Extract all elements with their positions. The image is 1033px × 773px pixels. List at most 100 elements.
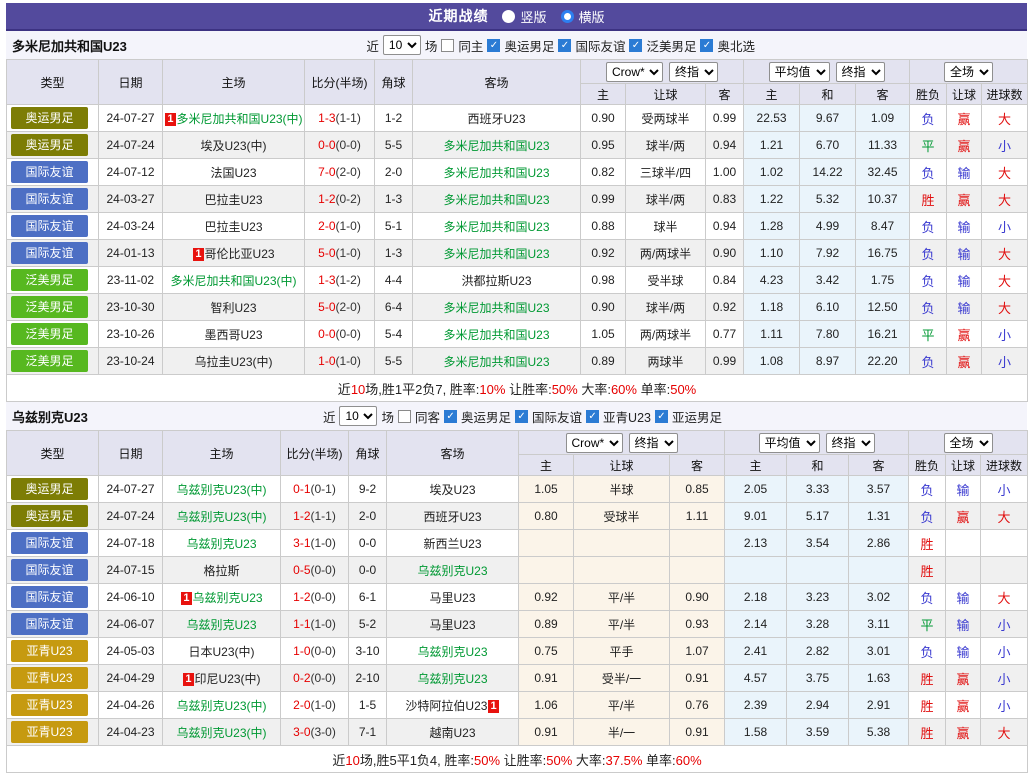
games-count-select[interactable]: 10 (383, 35, 421, 55)
team-link[interactable]: 西班牙U23 (467, 112, 525, 126)
radio-checked-icon[interactable] (561, 10, 574, 23)
team-link[interactable]: 多米尼加共和国U23 (443, 166, 549, 180)
radio-unchecked-icon[interactable] (502, 10, 515, 23)
league-checkbox-checked-icon[interactable] (629, 39, 642, 52)
team-link[interactable]: 乌兹别克U23 (417, 564, 487, 578)
team-link[interactable]: 乌兹别克U23 (417, 672, 487, 686)
team-link[interactable]: 乌兹别克U23(中) (176, 726, 266, 740)
team-link[interactable]: 多米尼加共和国U23 (443, 220, 549, 234)
team-link[interactable]: 多米尼加共和国U23 (443, 139, 549, 153)
team-link[interactable]: 巴拉圭U23 (204, 193, 262, 207)
layout-option-vertical[interactable]: 竖版 (502, 7, 546, 26)
odds-kind-select[interactable]: 终指 (629, 433, 678, 453)
team-link[interactable]: 乌兹别克U23 (193, 591, 263, 605)
team-link[interactable]: 乌兹别克U23 (186, 537, 256, 551)
team-link[interactable]: 乌兹别克U23(中) (176, 699, 266, 713)
league-checkbox-checked-icon[interactable] (558, 39, 571, 52)
scope-select[interactable]: 全场 (944, 433, 993, 453)
team-link[interactable]: 巴拉圭U23 (204, 220, 262, 234)
team-link[interactable]: 埃及U23(中) (200, 139, 266, 153)
avg-source-select[interactable]: 平均值 (769, 62, 830, 82)
odds-source-select[interactable]: Crow* (566, 433, 623, 453)
team-link[interactable]: 乌兹别克U23 (417, 645, 487, 659)
fulltime-score: 1-2 (318, 192, 335, 206)
team-link[interactable]: 哥伦比亚U23 (205, 247, 275, 261)
filter-bar: 近 10 场 同主 奥运男足 国际友谊 泛美男足 奥北选 (366, 35, 755, 55)
team-link[interactable]: 马里U23 (429, 591, 475, 605)
team-link[interactable]: 多米尼加共和国U23 (443, 328, 549, 342)
league-filter-label[interactable]: 亚运男足 (672, 407, 722, 426)
league-filter-label[interactable]: 奥运男足 (461, 407, 511, 426)
avg-draw-value (787, 557, 849, 584)
odds-handicap-value: 受半/一 (574, 665, 670, 692)
team-link[interactable]: 多米尼加共和国U23(中) (177, 112, 303, 126)
odds-handicap-value: 平/半 (574, 611, 670, 638)
team-link[interactable]: 乌兹别克U23(中) (176, 510, 266, 524)
games-label: 场 (381, 407, 394, 426)
halftime-score: (0-0) (311, 671, 336, 685)
match-date: 24-01-13 (99, 240, 163, 267)
team-link[interactable]: 格拉斯 (203, 564, 239, 578)
team-link[interactable]: 印尼U23(中) (195, 672, 261, 686)
team-link[interactable]: 乌拉圭U23(中) (194, 355, 272, 369)
team-link[interactable]: 多米尼加共和国U23 (443, 193, 549, 207)
team-link[interactable]: 埃及U23 (429, 483, 475, 497)
score-cell: 1-2(0-2) (305, 186, 375, 213)
team-link[interactable]: 越南U23 (429, 726, 475, 740)
avg-draw-value: 5.17 (787, 503, 849, 530)
league-checkbox-checked-icon[interactable] (487, 39, 500, 52)
league-filter-label[interactable]: 国际友谊 (575, 36, 625, 55)
league-checkbox-checked-icon[interactable] (586, 410, 599, 423)
avg-draw-value: 3.33 (787, 476, 849, 503)
home-team-cell: 1印尼U23(中) (163, 665, 281, 692)
team-link[interactable]: 多米尼加共和国U23 (443, 355, 549, 369)
league-checkbox-checked-icon[interactable] (515, 410, 528, 423)
same-venue-checkbox[interactable] (441, 39, 454, 52)
league-filter-label[interactable]: 泛美男足 (646, 36, 696, 55)
col-header-date: 日期 (99, 60, 163, 105)
team-link[interactable]: 法国U23 (210, 166, 256, 180)
league-filter-label[interactable]: 国际友谊 (532, 407, 582, 426)
odds-away-value: 0.93 (670, 611, 725, 638)
league-filter-label[interactable]: 奥北选 (717, 36, 755, 55)
team-link[interactable]: 乌兹别克U23(中) (176, 483, 266, 497)
competition-badge: 亚青U23 (11, 640, 88, 662)
odds-source-select[interactable]: Crow* (606, 62, 663, 82)
avg-source-select[interactable]: 平均值 (759, 433, 820, 453)
team-link[interactable]: 墨西哥U23 (204, 328, 262, 342)
team-link[interactable]: 多米尼加共和国U23 (443, 247, 549, 261)
subcol-avg-draw: 和 (800, 84, 856, 105)
odds-away-value: 0.85 (670, 476, 725, 503)
team-link[interactable]: 日本U23(中) (188, 645, 254, 659)
team-link[interactable]: 智利U23 (210, 301, 256, 315)
team-link[interactable]: 多米尼加共和国U23(中) (170, 274, 296, 288)
league-filter-label[interactable]: 亚青U23 (603, 407, 651, 426)
league-checkbox-checked-icon[interactable] (700, 39, 713, 52)
avg-kind-select[interactable]: 终指 (836, 62, 885, 82)
avg-away-value (849, 557, 909, 584)
team-link[interactable]: 马里U23 (429, 618, 475, 632)
layout-option-horizontal[interactable]: 横版 (561, 7, 605, 26)
team-link[interactable]: 乌兹别克U23 (186, 618, 256, 632)
subcol-avg-away: 客 (856, 84, 910, 105)
team-link[interactable]: 多米尼加共和国U23 (443, 301, 549, 315)
match-date: 24-03-24 (99, 213, 163, 240)
league-filter-label[interactable]: 奥运男足 (504, 36, 554, 55)
scope-select[interactable]: 全场 (944, 62, 993, 82)
odds-handicap-value: 半/一 (574, 719, 670, 746)
fulltime-score: 1-0 (293, 644, 310, 658)
avg-away-value: 22.20 (856, 348, 910, 375)
team-link[interactable]: 洪都拉斯U23 (461, 274, 531, 288)
avg-home-value: 22.53 (744, 105, 800, 132)
team-link[interactable]: 西班牙U23 (423, 510, 481, 524)
league-checkbox-checked-icon[interactable] (655, 410, 668, 423)
games-count-select[interactable]: 10 (339, 406, 377, 426)
team-link[interactable]: 沙特阿拉伯U23 (405, 699, 487, 713)
league-checkbox-checked-icon[interactable] (444, 410, 457, 423)
team-link[interactable]: 新西兰U23 (423, 537, 481, 551)
avg-away-value: 16.75 (856, 240, 910, 267)
avg-kind-select[interactable]: 终指 (826, 433, 875, 453)
result-outcome: 负 (909, 638, 946, 665)
odds-kind-select[interactable]: 终指 (669, 62, 718, 82)
same-venue-checkbox[interactable] (398, 410, 411, 423)
